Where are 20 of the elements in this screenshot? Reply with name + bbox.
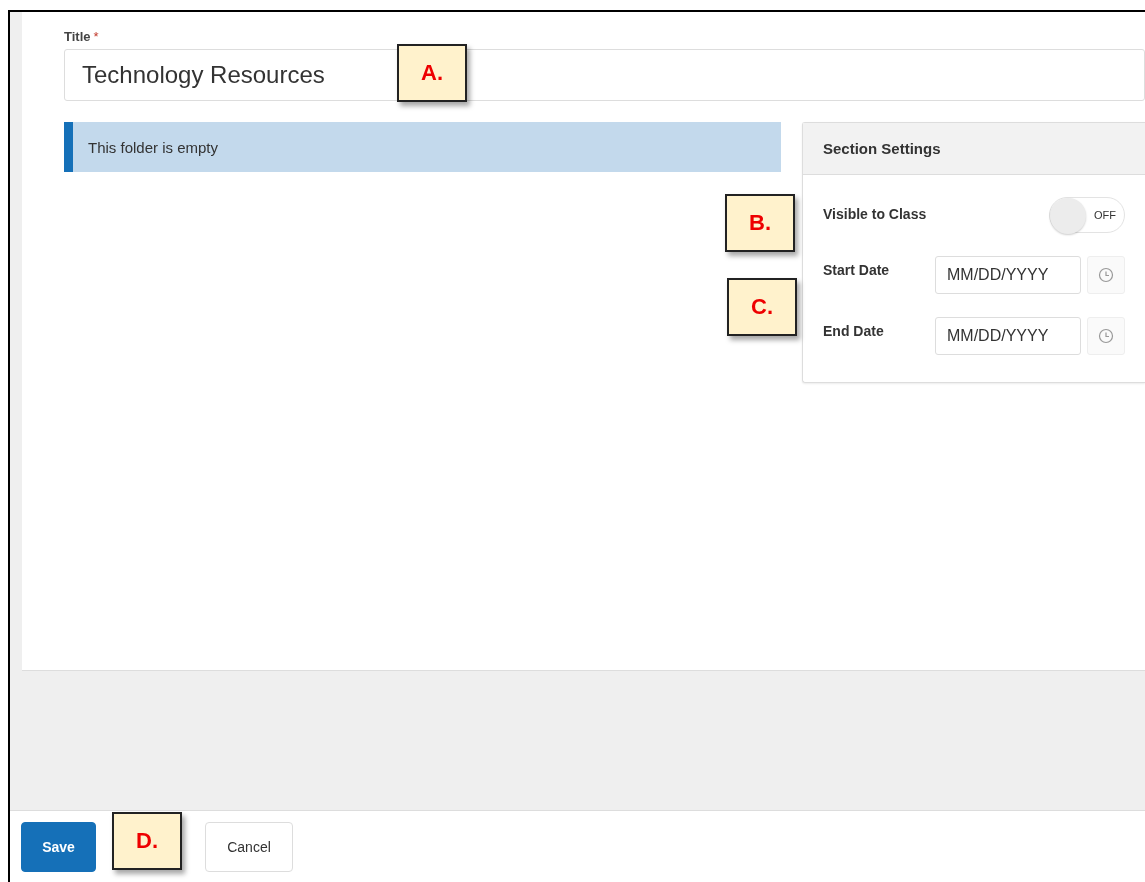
clock-icon: [1098, 267, 1114, 283]
cancel-button[interactable]: Cancel: [205, 821, 293, 872]
empty-folder-notice: This folder is empty: [64, 122, 781, 172]
callout-label: D.: [112, 812, 182, 870]
required-mark: *: [93, 29, 99, 46]
clock-icon: [1098, 328, 1114, 344]
title-label: Title: [64, 29, 91, 46]
clock-button[interactable]: [1087, 317, 1125, 355]
callout-label: B.: [725, 194, 795, 252]
date-field[interactable]: MM/DD/YYYY: [935, 256, 1081, 294]
toggle-label: Visible to Class: [823, 205, 927, 222]
visibility-toggle[interactable]: OFF: [1049, 197, 1125, 233]
date-label: Start Date: [823, 261, 890, 278]
clock-button[interactable]: [1087, 256, 1125, 294]
callout-label: A.: [397, 44, 467, 102]
date-label: End Date: [823, 322, 884, 339]
panel-heading: Section Settings: [803, 123, 1145, 175]
date-field[interactable]: MM/DD/YYYY: [935, 317, 1081, 355]
save-button[interactable]: Save: [21, 821, 96, 872]
callout-label: C.: [727, 278, 797, 336]
